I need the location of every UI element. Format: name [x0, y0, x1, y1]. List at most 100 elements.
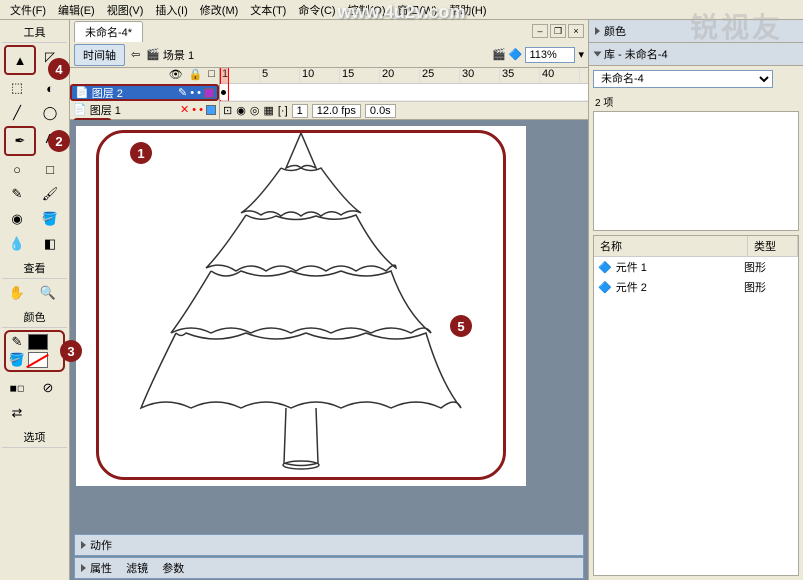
- lock-icon[interactable]: 🔒: [189, 68, 203, 84]
- library-preview: [593, 111, 799, 231]
- free-transform-tool[interactable]: ⬚: [4, 76, 30, 100]
- noclr-tool[interactable]: ⊘: [35, 376, 61, 400]
- document-tabs: 未命名-4* – ❐ ×: [70, 20, 588, 42]
- view-title: 查看: [2, 258, 67, 279]
- layers-panel: 👁🔒□ 📄图层 2✎ • • 📄图层 1✕ • • + ⊕ 📁 🗑: [70, 68, 220, 119]
- callout-4: 4: [48, 58, 70, 80]
- lasso-tool[interactable]: ◯: [37, 101, 63, 125]
- color-panel-header[interactable]: 颜色: [589, 20, 803, 43]
- stage-wrap: [70, 120, 588, 533]
- tree-drawing: [136, 133, 466, 483]
- frame-status: ⊡ ◉ ◎ ▦ [·] 1 12.0 fps 0.0s: [220, 101, 588, 119]
- menu-insert[interactable]: 插入(I): [149, 0, 193, 20]
- properties-panel-header[interactable]: 属性 滤镜 参数: [74, 557, 584, 579]
- tab-filters[interactable]: 滤镜: [126, 560, 148, 576]
- ink-tool[interactable]: ◉: [4, 207, 30, 231]
- outline-icon[interactable]: □: [208, 68, 215, 84]
- layer-2[interactable]: 📄图层 2✎ • •: [70, 84, 219, 101]
- doc-close-icon[interactable]: ×: [568, 24, 584, 38]
- menu-commands[interactable]: 命令(C): [292, 0, 341, 20]
- frame-rate: 12.0 fps: [312, 104, 361, 118]
- tab-params[interactable]: 参数: [162, 560, 184, 576]
- hand-tool[interactable]: ✋: [4, 281, 30, 305]
- expand-icon: [595, 27, 600, 35]
- fill-color-icon[interactable]: 🪣: [8, 352, 26, 368]
- scene-label[interactable]: 🎬场景 1: [146, 47, 194, 63]
- callout-5: 5: [450, 315, 472, 337]
- library-item-count: 2 项: [589, 92, 803, 111]
- eraser-tool[interactable]: ◧: [37, 232, 63, 256]
- library-list: 名称 类型 🔷元件 1图形 🔷元件 2图形: [593, 235, 799, 576]
- expand-icon: [81, 541, 86, 549]
- doc-min-icon[interactable]: –: [532, 24, 548, 38]
- tools-panel: 工具 ▲ ◸ ⬚ ◐ ╱ ◯ ✒ A ○ □ ✎ 🖌 ◉ 🪣 💧 ◧ 查看 ✋ …: [0, 20, 70, 580]
- layer-icon: 📄: [75, 86, 89, 99]
- doc-tab-active[interactable]: 未命名-4*: [74, 21, 143, 42]
- timeline-toggle[interactable]: 时间轴: [74, 44, 125, 66]
- eyedropper-tool[interactable]: 💧: [4, 232, 30, 256]
- bottom-panels: 动作 属性 滤镜 参数: [70, 533, 588, 580]
- edit-multi-icon[interactable]: ▦: [263, 104, 273, 117]
- col-type[interactable]: 类型: [748, 236, 798, 256]
- library-item[interactable]: 🔷元件 1图形: [594, 257, 798, 277]
- center-frame-icon[interactable]: ⊡: [223, 104, 232, 117]
- edit-symbol-icon[interactable]: 🔷: [509, 48, 523, 61]
- onion-marker-icon[interactable]: [·]: [278, 105, 288, 117]
- brush-tool[interactable]: 🖌: [37, 182, 63, 206]
- zoom-input[interactable]: [525, 47, 575, 63]
- actions-panel-header[interactable]: 动作: [74, 534, 584, 556]
- col-name[interactable]: 名称: [594, 236, 748, 256]
- layer-1[interactable]: 📄图层 1✕ • •: [70, 101, 219, 118]
- expand-icon: [81, 564, 86, 572]
- eye-icon[interactable]: 👁: [169, 68, 183, 84]
- layer-icon: 📄: [73, 103, 87, 116]
- back-icon[interactable]: ⇦: [131, 48, 140, 61]
- onion-icon[interactable]: ◉: [236, 104, 246, 117]
- callout-2: 2: [48, 130, 70, 152]
- zoom-dropdown-icon[interactable]: ▾: [578, 48, 584, 61]
- current-frame: 1: [292, 104, 308, 118]
- menu-file[interactable]: 文件(F): [4, 0, 52, 20]
- frame-ruler: 1510152025303540: [220, 68, 588, 84]
- paint-bucket-tool[interactable]: 🪣: [37, 207, 63, 231]
- rect-tool[interactable]: □: [37, 157, 63, 181]
- timeline-panel: 👁🔒□ 📄图层 2✎ • • 📄图层 1✕ • • + ⊕ 📁 🗑 151015…: [70, 68, 588, 120]
- menu-view[interactable]: 视图(V): [101, 0, 150, 20]
- library-doc-select[interactable]: 未命名-4: [593, 70, 773, 88]
- zoom-tool[interactable]: 🔍: [35, 281, 61, 305]
- menu-help[interactable]: 帮助(H): [443, 0, 492, 20]
- onion-outline-icon[interactable]: ◎: [250, 104, 260, 117]
- callout-1: 1: [130, 142, 152, 164]
- right-panels: 颜色 库 - 未命名-4 未命名-4 2 项 名称 类型 🔷元件 1图形 🔷元件…: [588, 20, 803, 580]
- library-panel-header[interactable]: 库 - 未命名-4: [589, 43, 803, 66]
- graphic-icon: 🔷: [598, 281, 612, 294]
- elapsed-time: 0.0s: [365, 104, 396, 118]
- menu-control[interactable]: 控制(O): [342, 0, 392, 20]
- doc-restore-icon[interactable]: ❐: [550, 24, 566, 38]
- stage[interactable]: [76, 126, 526, 486]
- pencil-tool[interactable]: ✎: [4, 182, 30, 206]
- graphic-icon: 🔷: [598, 261, 612, 274]
- pen-tool[interactable]: ✒: [7, 129, 33, 153]
- selection-tool[interactable]: ▲: [7, 48, 33, 72]
- edit-scene-icon[interactable]: 🎬: [492, 48, 506, 61]
- line-tool[interactable]: ╱: [4, 101, 30, 125]
- fill-swatch[interactable]: [28, 352, 48, 368]
- color-title: 颜色: [2, 307, 67, 328]
- menu-modify[interactable]: 修改(M): [194, 0, 245, 20]
- swap-tool[interactable]: ⇄: [4, 401, 30, 425]
- expand-icon: [594, 52, 602, 57]
- menu-bar: 文件(F) 编辑(E) 视图(V) 插入(I) 修改(M) 文本(T) 命令(C…: [0, 0, 803, 20]
- options-title: 选项: [2, 427, 67, 448]
- oval-tool[interactable]: ○: [4, 157, 30, 181]
- stroke-color-icon[interactable]: ✎: [8, 334, 26, 350]
- menu-text[interactable]: 文本(T): [244, 0, 292, 20]
- library-item[interactable]: 🔷元件 2图形: [594, 277, 798, 297]
- tools-title: 工具: [2, 22, 67, 43]
- color-controls: ✎ 🪣: [4, 330, 65, 372]
- stroke-swatch[interactable]: [28, 334, 48, 350]
- frames-area[interactable]: 1510152025303540 ⊡ ◉ ◎ ▦ [·] 1 12.0 fps …: [220, 68, 588, 119]
- menu-window[interactable]: 窗口(W): [392, 0, 444, 20]
- bw-tool[interactable]: ◼◻: [4, 376, 30, 400]
- menu-edit[interactable]: 编辑(E): [52, 0, 101, 20]
